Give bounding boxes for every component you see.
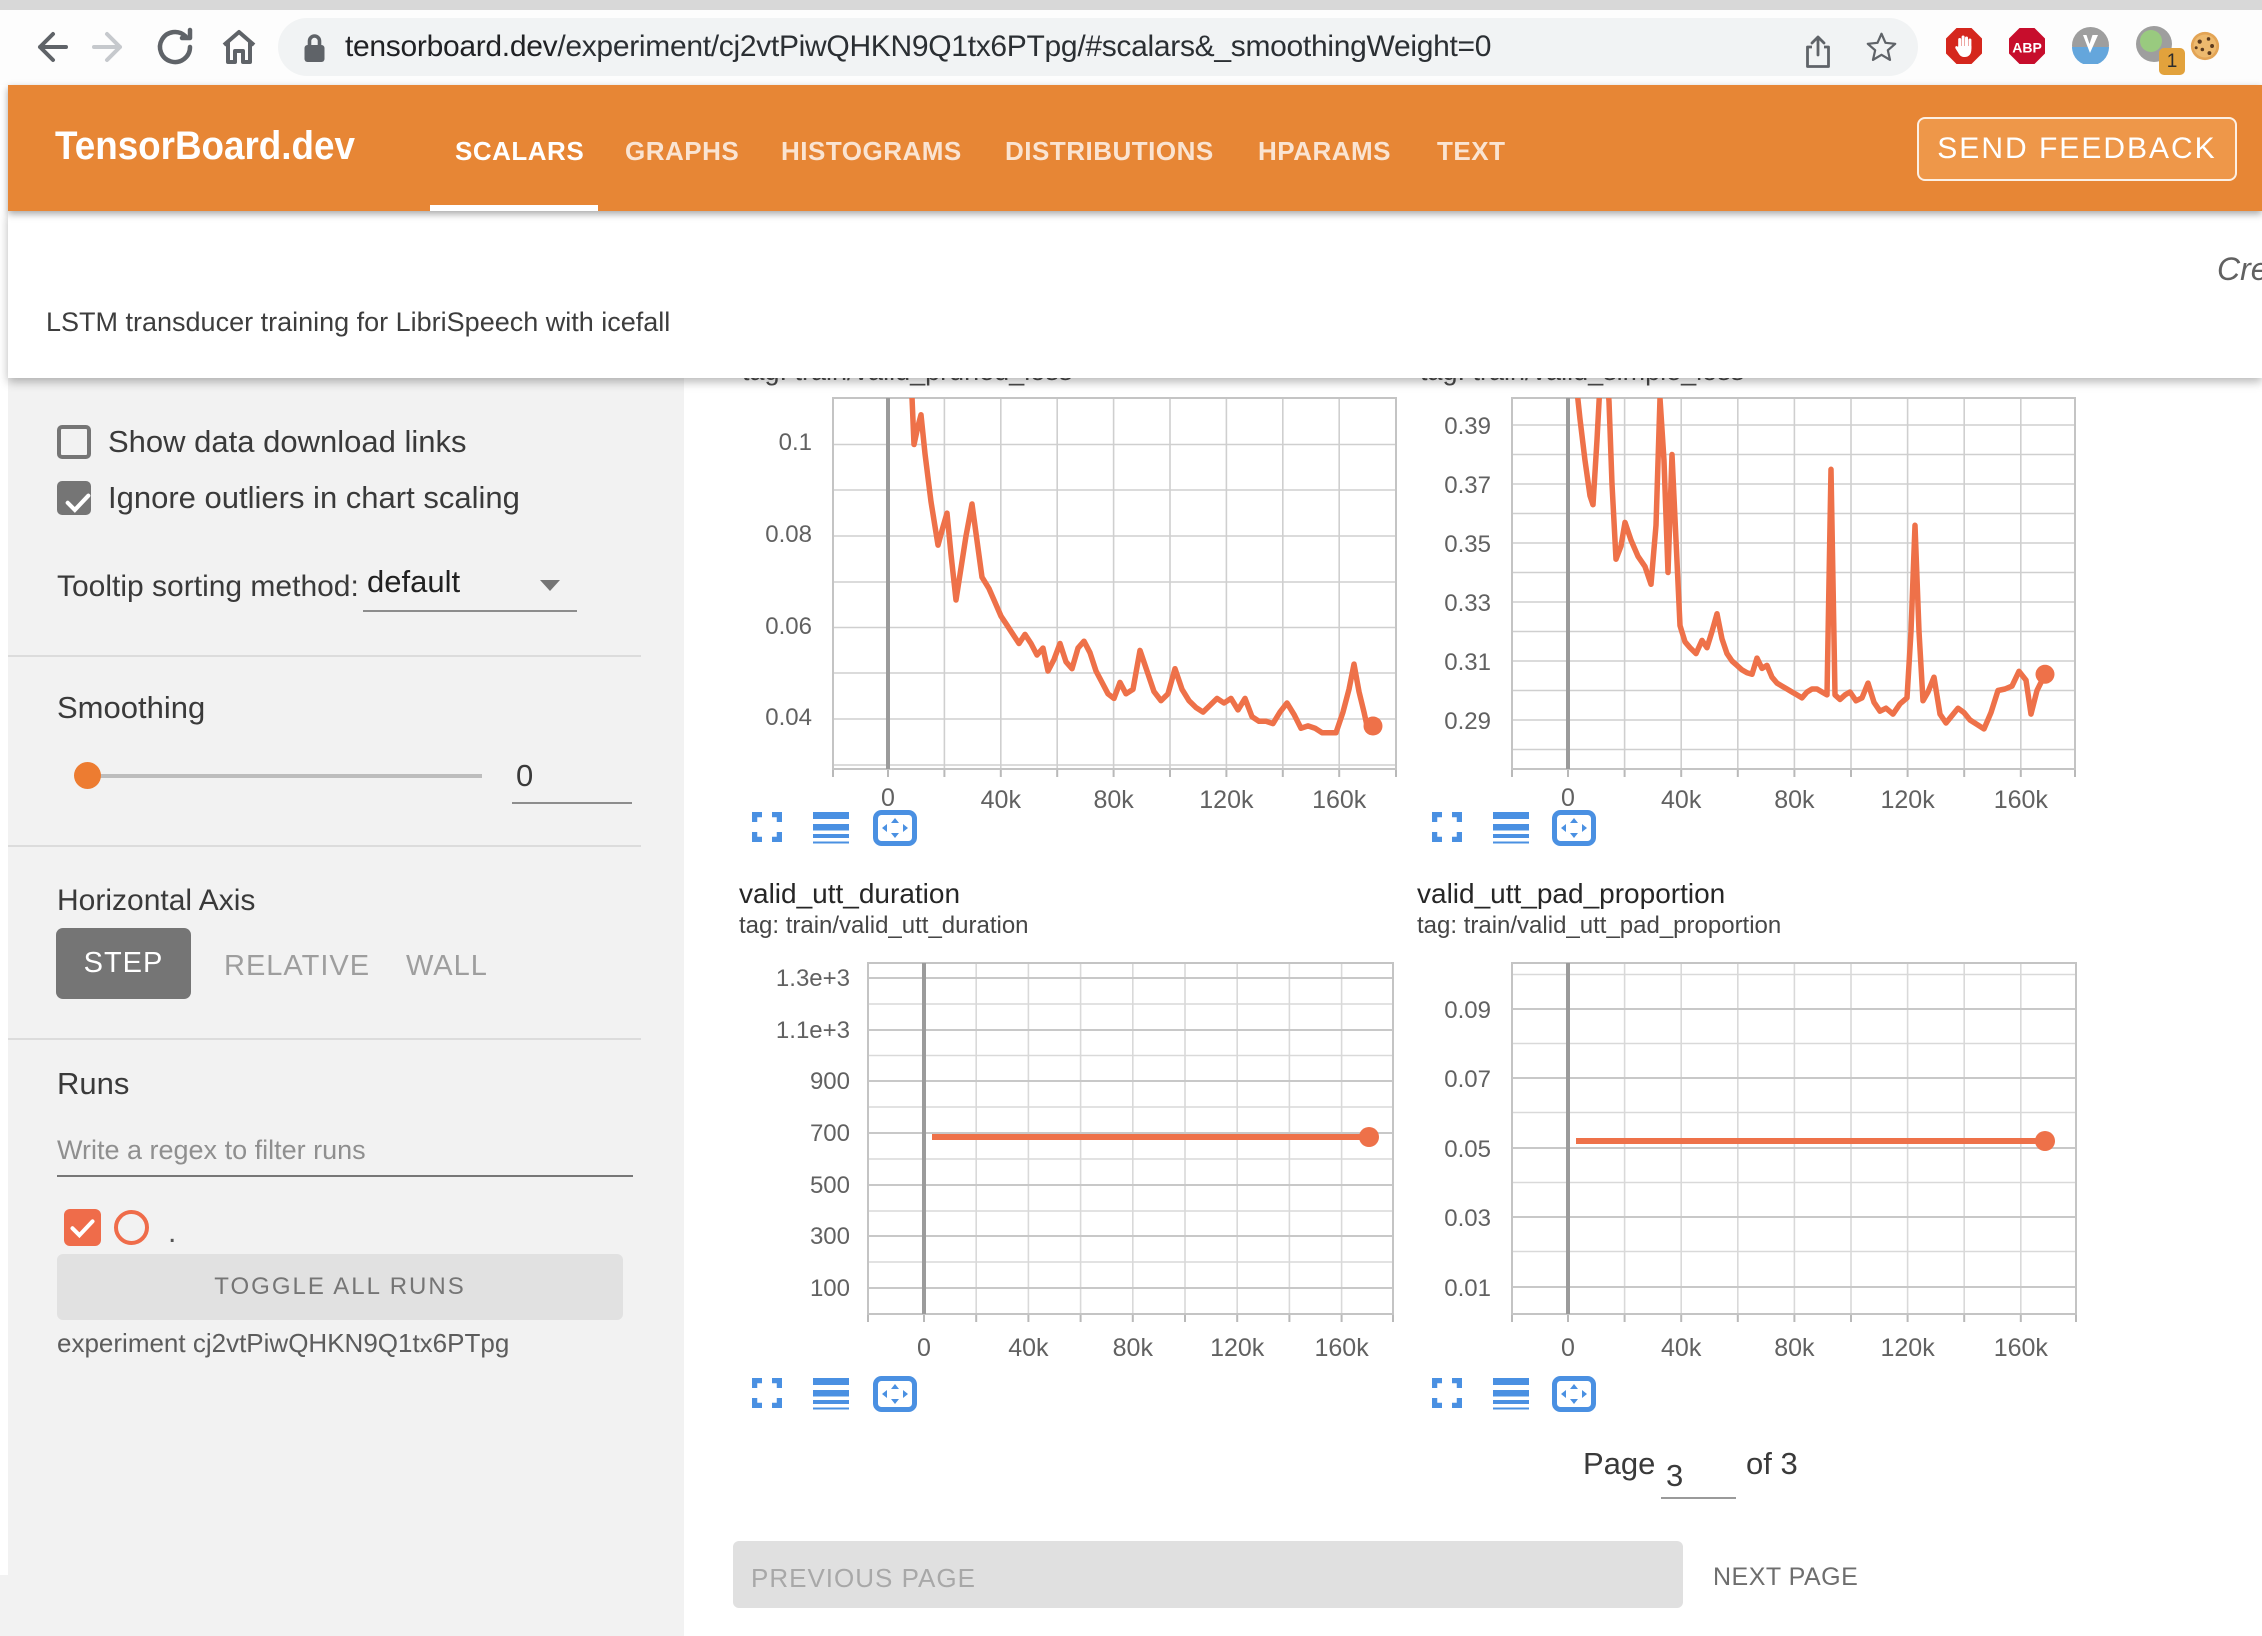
svg-text:0.03: 0.03 xyxy=(1444,1205,1491,1232)
svg-text:0.29: 0.29 xyxy=(1444,708,1491,735)
svg-text:0.37: 0.37 xyxy=(1444,472,1491,499)
svg-text:0.1: 0.1 xyxy=(779,429,812,456)
svg-text:0.09: 0.09 xyxy=(1444,997,1491,1024)
svg-text:1.1e+3: 1.1e+3 xyxy=(776,1017,850,1044)
svg-text:120k: 120k xyxy=(1210,1334,1265,1362)
svg-text:0.05: 0.05 xyxy=(1444,1136,1491,1163)
svg-text:300: 300 xyxy=(810,1223,850,1250)
svg-text:0.08: 0.08 xyxy=(765,521,812,548)
svg-text:0: 0 xyxy=(1561,784,1575,812)
svg-text:120k: 120k xyxy=(1880,1334,1935,1362)
svg-text:160k: 160k xyxy=(1994,786,2049,814)
svg-text:ABP: ABP xyxy=(2012,40,2042,56)
svg-text:0.31: 0.31 xyxy=(1444,649,1491,676)
svg-text:160k: 160k xyxy=(1312,786,1367,814)
svg-text:0.07: 0.07 xyxy=(1444,1066,1491,1093)
svg-text:0.39: 0.39 xyxy=(1444,413,1491,440)
svg-text:40k: 40k xyxy=(1008,1334,1049,1362)
svg-text:700: 700 xyxy=(810,1120,850,1147)
svg-text:80k: 80k xyxy=(1774,786,1815,814)
svg-text:500: 500 xyxy=(810,1172,850,1199)
svg-text:0: 0 xyxy=(1561,1334,1575,1362)
svg-text:900: 900 xyxy=(810,1068,850,1095)
svg-text:0.33: 0.33 xyxy=(1444,590,1491,617)
svg-text:120k: 120k xyxy=(1199,786,1254,814)
svg-text:40k: 40k xyxy=(981,786,1022,814)
svg-text:0: 0 xyxy=(917,1334,931,1362)
svg-text:0.04: 0.04 xyxy=(765,704,812,731)
svg-text:40k: 40k xyxy=(1661,1334,1702,1362)
svg-text:0: 0 xyxy=(881,784,895,812)
svg-text:0.35: 0.35 xyxy=(1444,531,1491,558)
svg-text:1.3e+3: 1.3e+3 xyxy=(776,965,850,992)
svg-text:100: 100 xyxy=(810,1275,850,1302)
svg-text:40k: 40k xyxy=(1661,786,1702,814)
svg-text:80k: 80k xyxy=(1113,1334,1154,1362)
svg-text:80k: 80k xyxy=(1774,1334,1815,1362)
svg-text:120k: 120k xyxy=(1880,786,1935,814)
svg-text:0.01: 0.01 xyxy=(1444,1275,1491,1302)
svg-text:160k: 160k xyxy=(1314,1334,1369,1362)
svg-text:160k: 160k xyxy=(1994,1334,2049,1362)
svg-text:0.06: 0.06 xyxy=(765,613,812,640)
svg-text:80k: 80k xyxy=(1093,786,1134,814)
